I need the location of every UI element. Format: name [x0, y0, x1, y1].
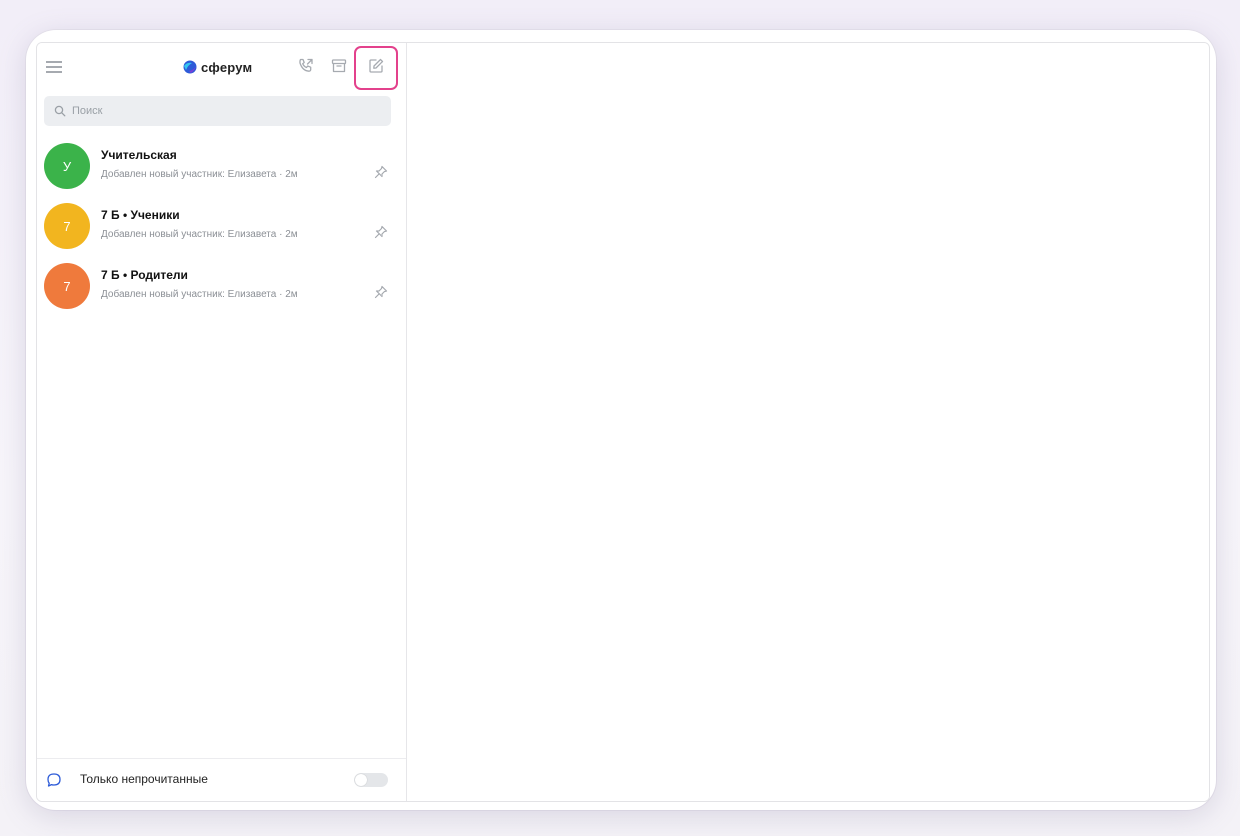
search-input[interactable]: Поиск	[44, 96, 391, 126]
chat-item-teachers[interactable]: У Учительская Добавлен новый участник: Е…	[37, 137, 406, 197]
archive-icon[interactable]	[328, 55, 350, 77]
app-logo: сферум	[183, 57, 252, 77]
chat-preview: Добавлен новый участник: Елизавета · 2м	[101, 289, 298, 300]
chat-bubble-icon	[47, 773, 61, 787]
pin-icon	[374, 165, 388, 179]
chat-preview: Добавлен новый участник: Елизавета · 2м	[101, 229, 298, 240]
chat-item-7b-students[interactable]: 7 7 Б • Ученики Добавлен новый участник:…	[37, 197, 406, 257]
compose-icon[interactable]	[365, 55, 387, 77]
sidebar-header: сферум	[37, 43, 406, 91]
chat-title: 7 Б • Родители	[101, 268, 188, 282]
app-logo-text: сферум	[201, 59, 253, 75]
messenger-window: сферум Поиск У Учительская Добавлен новы…	[36, 42, 1210, 802]
unread-filter-bar: Только непрочитанные	[37, 758, 406, 801]
unread-only-label: Только непрочитанные	[80, 772, 208, 786]
pin-icon	[374, 285, 388, 299]
avatar: У	[44, 143, 90, 189]
chat-item-7b-parents[interactable]: 7 7 Б • Родители Добавлен новый участник…	[37, 257, 406, 317]
conversation-pane	[407, 43, 1209, 801]
pin-icon	[374, 225, 388, 239]
unread-only-toggle[interactable]	[354, 773, 388, 787]
sferum-logo-icon	[183, 60, 197, 74]
hamburger-icon[interactable]	[46, 58, 64, 74]
search-placeholder: Поиск	[72, 105, 103, 117]
chat-title: Учительская	[101, 148, 177, 162]
avatar: 7	[44, 203, 90, 249]
search-icon	[54, 105, 66, 117]
toggle-knob	[355, 774, 367, 786]
chat-preview: Добавлен новый участник: Елизавета · 2м	[101, 169, 298, 180]
phone-icon[interactable]	[295, 55, 317, 77]
chat-title: 7 Б • Ученики	[101, 208, 180, 222]
avatar: 7	[44, 263, 90, 309]
chat-list: У Учительская Добавлен новый участник: Е…	[37, 137, 406, 317]
chat-sidebar: сферум Поиск У Учительская Добавлен новы…	[37, 43, 407, 801]
